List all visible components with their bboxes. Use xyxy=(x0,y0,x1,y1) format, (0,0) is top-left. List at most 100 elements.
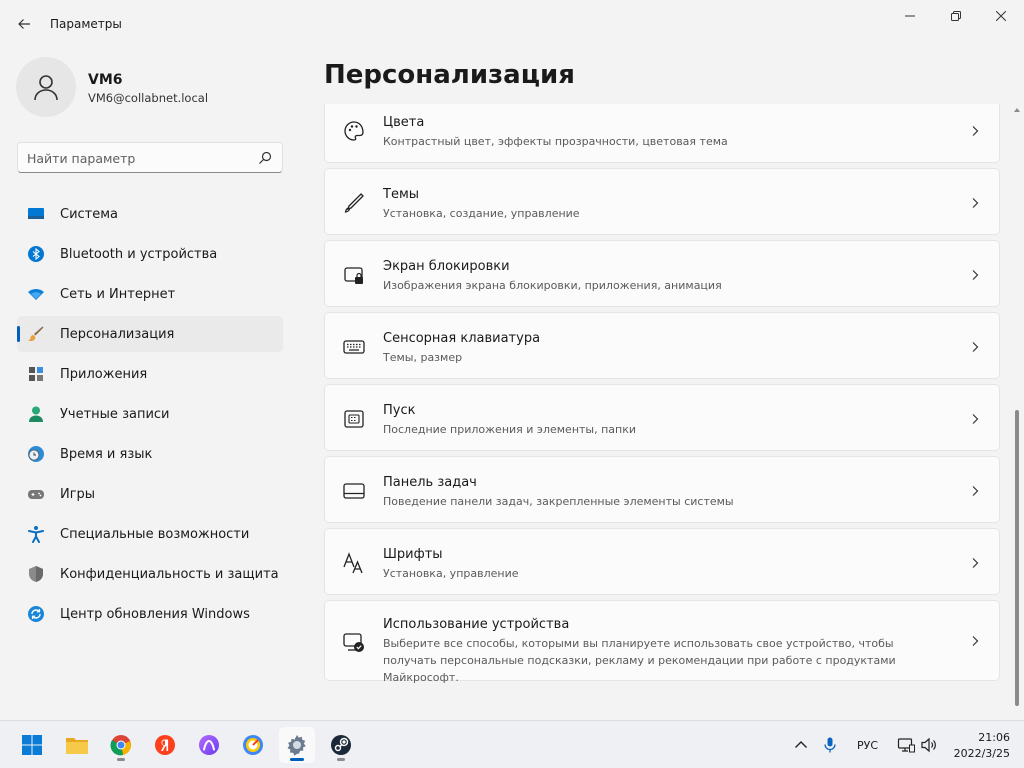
accessibility-icon xyxy=(28,526,44,543)
clock-time: 21:06 xyxy=(978,731,1010,744)
sidebar-item-system[interactable]: Система xyxy=(17,196,283,232)
app-title: Параметры xyxy=(50,17,122,31)
card-taskbar[interactable]: Панель задач Поведение панели задач, зак… xyxy=(324,456,1000,523)
sidebar-item-privacy[interactable]: Конфиденциальность и защита xyxy=(17,556,283,592)
gamepad-icon xyxy=(28,490,44,499)
tray-language[interactable]: РУС xyxy=(857,721,878,768)
bluetooth-icon xyxy=(28,246,44,262)
settings-list: Цвета Контрастный цвет, эффекты прозрачн… xyxy=(324,104,1000,716)
page-title: Персонализация xyxy=(324,60,575,90)
tray-network[interactable] xyxy=(897,721,915,768)
steam-icon xyxy=(331,735,351,755)
maximize-icon xyxy=(951,11,961,21)
title-bar: Параметры xyxy=(0,0,1024,48)
card-device-usage[interactable]: Использование устройства Выберите все сп… xyxy=(324,600,1000,684)
chevron-right-icon xyxy=(972,342,979,352)
card-fonts[interactable]: Шрифты Установка, управление xyxy=(324,528,1000,595)
tray-overflow[interactable] xyxy=(792,721,810,768)
sidebar-item-time-language[interactable]: Время и язык xyxy=(17,436,283,472)
scroll-up-arrow-icon[interactable] xyxy=(1013,106,1021,114)
sidebar-nav: Система Bluetooth и устройства Сеть и Ин… xyxy=(17,196,283,636)
chrome-icon xyxy=(110,735,131,756)
person-avatar-icon xyxy=(34,75,58,101)
chevron-right-icon xyxy=(972,414,979,424)
search-icon[interactable] xyxy=(257,150,273,166)
lock-screen-icon xyxy=(344,267,363,284)
pen-icon xyxy=(344,193,364,213)
sidebar-item-apps[interactable]: Приложения xyxy=(17,356,283,392)
close-icon xyxy=(996,11,1006,21)
sidebar-item-accounts[interactable]: Учетные записи xyxy=(17,396,283,432)
taskbar-settings[interactable] xyxy=(279,727,315,763)
taskbar-start-button[interactable] xyxy=(14,727,50,763)
chevron-right-icon xyxy=(972,558,979,568)
avatar[interactable] xyxy=(16,57,76,117)
maximize-button[interactable] xyxy=(933,0,979,32)
taskbar-file-explorer[interactable] xyxy=(59,727,95,763)
scrollbar-thumb[interactable] xyxy=(1015,410,1019,706)
card-start[interactable]: Пуск Последние приложения и элементы, па… xyxy=(324,384,1000,451)
taskbar: РУС 21:06 2022/3/25 xyxy=(0,720,1024,768)
sidebar-item-accessibility[interactable]: Специальные возможности xyxy=(17,516,283,552)
sidebar-item-gaming[interactable]: Игры xyxy=(17,476,283,512)
globe-clock-icon xyxy=(28,446,44,462)
volume-icon xyxy=(921,737,936,753)
font-icon xyxy=(343,552,363,574)
palette-icon xyxy=(344,121,364,141)
user-email: VM6@collabnet.local xyxy=(88,91,209,105)
taskbar-yandex-browser[interactable] xyxy=(147,727,183,763)
card-lock-screen[interactable]: Экран блокировки Изображения экрана блок… xyxy=(324,240,1000,307)
person-icon xyxy=(29,406,43,422)
chevron-right-icon xyxy=(972,636,979,646)
back-arrow-icon xyxy=(18,19,30,29)
settings-gear-icon xyxy=(287,735,306,756)
clock-date: 2022/3/25 xyxy=(953,747,1010,760)
minimize-icon xyxy=(905,15,915,17)
start-menu-icon xyxy=(344,410,364,428)
yandex-icon xyxy=(243,735,263,755)
wifi-icon xyxy=(28,289,44,300)
taskbar-alice[interactable] xyxy=(191,727,227,763)
card-colors[interactable]: Цвета Контрастный цвет, эффекты прозрачн… xyxy=(324,104,1000,163)
search-box[interactable] xyxy=(17,142,283,173)
device-usage-icon xyxy=(343,633,364,652)
running-indicator xyxy=(337,758,345,761)
search-input[interactable] xyxy=(27,149,247,167)
tray-microphone[interactable] xyxy=(821,721,839,768)
close-button[interactable] xyxy=(978,0,1024,32)
taskbar-steam[interactable] xyxy=(323,727,359,763)
windows-start-icon xyxy=(22,735,42,755)
file-explorer-icon xyxy=(66,738,88,754)
tray-volume[interactable] xyxy=(920,721,938,768)
taskbar-yandex[interactable] xyxy=(235,727,271,763)
running-indicator xyxy=(117,758,125,761)
keyboard-icon xyxy=(343,340,365,354)
update-icon xyxy=(28,606,44,622)
sidebar-item-bluetooth[interactable]: Bluetooth и устройства xyxy=(17,236,283,272)
alice-icon xyxy=(199,735,219,755)
chevron-up-icon xyxy=(795,741,807,748)
apps-icon xyxy=(29,367,43,381)
chevron-right-icon xyxy=(972,126,979,136)
minimize-button[interactable] xyxy=(887,0,933,32)
taskbar-clock[interactable]: 21:06 2022/3/25 xyxy=(946,730,1010,762)
microphone-icon xyxy=(824,737,836,753)
card-themes[interactable]: Темы Установка, создание, управление xyxy=(324,168,1000,235)
network-icon xyxy=(897,738,915,753)
active-indicator xyxy=(290,758,304,761)
sidebar-item-windows-update[interactable]: Центр обновления Windows xyxy=(17,596,283,632)
sidebar-item-network[interactable]: Сеть и Интернет xyxy=(17,276,283,312)
language-indicator: РУС xyxy=(857,738,879,752)
chevron-right-icon xyxy=(972,198,979,208)
sidebar-item-personalization[interactable]: Персонализация xyxy=(17,316,283,352)
taskbar-icon xyxy=(343,483,365,499)
card-touch-keyboard[interactable]: Сенсорная клавиатура Темы, размер xyxy=(324,312,1000,379)
yandex-browser-icon xyxy=(155,735,175,755)
display-icon xyxy=(28,208,44,219)
taskbar-chrome[interactable] xyxy=(103,727,139,763)
chevron-right-icon xyxy=(972,270,979,280)
chevron-right-icon xyxy=(972,486,979,496)
user-name: VM6 xyxy=(88,72,123,88)
back-button[interactable] xyxy=(10,10,38,38)
brush-icon xyxy=(28,326,44,341)
